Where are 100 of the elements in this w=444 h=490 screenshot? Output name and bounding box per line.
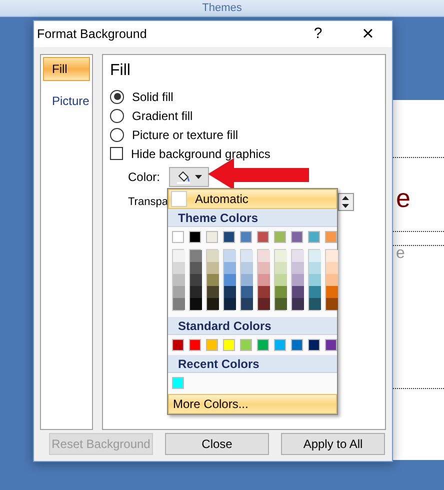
color-swatch[interactable]: [224, 298, 236, 310]
paint-bucket-icon: [176, 170, 192, 184]
option-label[interactable]: Picture or texture fill: [132, 126, 238, 144]
checkbox[interactable]: [110, 147, 123, 160]
color-swatch[interactable]: [274, 231, 286, 243]
radio-button[interactable]: [110, 90, 124, 104]
color-swatch[interactable]: [241, 286, 253, 298]
color-swatch[interactable]: [292, 286, 304, 298]
category-tab[interactable]: Picture: [43, 89, 90, 113]
color-swatch[interactable]: [189, 339, 201, 351]
color-swatch[interactable]: [326, 298, 338, 310]
color-swatch[interactable]: [275, 262, 287, 274]
radio-button[interactable]: [110, 108, 124, 122]
color-swatch[interactable]: [309, 250, 321, 262]
color-swatch[interactable]: [326, 250, 338, 262]
color-swatch[interactable]: [172, 377, 184, 389]
color-swatch[interactable]: [241, 262, 253, 274]
dialog-button[interactable]: Apply to All: [281, 433, 385, 455]
color-swatch[interactable]: [190, 286, 202, 298]
color-swatch[interactable]: [292, 250, 304, 262]
color-swatch[interactable]: [257, 231, 269, 243]
color-swatch[interactable]: [326, 286, 338, 298]
color-swatch[interactable]: [326, 262, 338, 274]
color-picker-button[interactable]: [169, 167, 210, 187]
radio-button[interactable]: [110, 128, 124, 142]
color-swatch[interactable]: [258, 298, 270, 310]
color-swatch[interactable]: [241, 250, 253, 262]
ribbon-label[interactable]: Themes: [202, 0, 242, 16]
help-button[interactable]: ?: [307, 25, 329, 43]
color-swatch[interactable]: [223, 231, 235, 243]
color-swatch[interactable]: [190, 262, 202, 274]
down-arrow-icon: [342, 204, 350, 208]
color-swatch[interactable]: [207, 286, 219, 298]
category-tab[interactable]: Fill: [43, 57, 90, 81]
caret-icon: [195, 175, 202, 179]
color-swatch[interactable]: [325, 231, 337, 243]
color-swatch[interactable]: [308, 339, 320, 351]
color-swatch[interactable]: [206, 231, 218, 243]
color-swatch[interactable]: [207, 274, 219, 286]
color-swatch[interactable]: [275, 286, 287, 298]
slide-title-text: e: [396, 183, 412, 213]
color-swatch[interactable]: [309, 286, 321, 298]
color-swatch[interactable]: [224, 274, 236, 286]
color-swatch[interactable]: [258, 274, 270, 286]
color-swatch[interactable]: [173, 286, 185, 298]
color-swatch[interactable]: [241, 274, 253, 286]
color-swatch[interactable]: [172, 339, 184, 351]
close-button[interactable]: ×: [357, 25, 379, 43]
color-swatch[interactable]: [190, 274, 202, 286]
color-swatch[interactable]: [292, 274, 304, 286]
transparency-label: Transpa: [128, 194, 168, 210]
color-swatch[interactable]: [173, 250, 185, 262]
color-swatch[interactable]: [309, 262, 321, 274]
color-swatch[interactable]: [241, 298, 253, 310]
color-swatch[interactable]: [258, 250, 270, 262]
more-colors-option[interactable]: More Colors...: [168, 394, 337, 414]
color-swatch[interactable]: [173, 274, 185, 286]
color-swatch[interactable]: [292, 298, 304, 310]
color-swatch[interactable]: [292, 262, 304, 274]
color-swatch[interactable]: [309, 298, 321, 310]
color-swatch[interactable]: [274, 339, 286, 351]
dialog-button[interactable]: Close: [165, 433, 269, 455]
color-swatch[interactable]: [207, 262, 219, 274]
color-swatch[interactable]: [206, 339, 218, 351]
color-swatch[interactable]: [223, 339, 235, 351]
color-swatch[interactable]: [258, 286, 270, 298]
color-swatch[interactable]: [257, 339, 269, 351]
spin-button[interactable]: [338, 193, 354, 211]
color-swatch[interactable]: [173, 298, 185, 310]
up-arrow-icon: [342, 196, 350, 200]
color-swatch[interactable]: [172, 231, 184, 243]
option-label[interactable]: Solid fill: [132, 88, 174, 106]
color-swatch[interactable]: [190, 250, 202, 262]
color-swatch[interactable]: [240, 339, 252, 351]
color-swatch[interactable]: [189, 231, 201, 243]
automatic-option[interactable]: Automatic: [168, 189, 337, 209]
color-swatch[interactable]: [240, 231, 252, 243]
option-label[interactable]: Hide background graphics: [131, 144, 270, 162]
color-swatch[interactable]: [275, 250, 287, 262]
color-swatch[interactable]: [308, 231, 320, 243]
color-swatch[interactable]: [224, 262, 236, 274]
color-swatch[interactable]: [224, 286, 236, 298]
color-swatch[interactable]: [173, 262, 185, 274]
color-swatch[interactable]: [309, 274, 321, 286]
color-swatch[interactable]: [275, 298, 287, 310]
window-title: Format Background: [37, 26, 148, 43]
color-swatch[interactable]: [258, 262, 270, 274]
color-swatch[interactable]: [325, 339, 337, 351]
color-swatch[interactable]: [207, 250, 219, 262]
color-swatch[interactable]: [275, 274, 287, 286]
color-swatch[interactable]: [326, 274, 338, 286]
color-swatch[interactable]: [291, 231, 303, 243]
color-label: Color:: [128, 169, 160, 186]
slide-body-text: e: [396, 246, 406, 262]
section-header: Theme Colors: [168, 209, 337, 227]
color-swatch[interactable]: [190, 298, 202, 310]
color-swatch[interactable]: [291, 339, 303, 351]
color-swatch[interactable]: [224, 250, 236, 262]
color-swatch[interactable]: [207, 298, 219, 310]
option-label[interactable]: Gradient fill: [132, 106, 193, 124]
